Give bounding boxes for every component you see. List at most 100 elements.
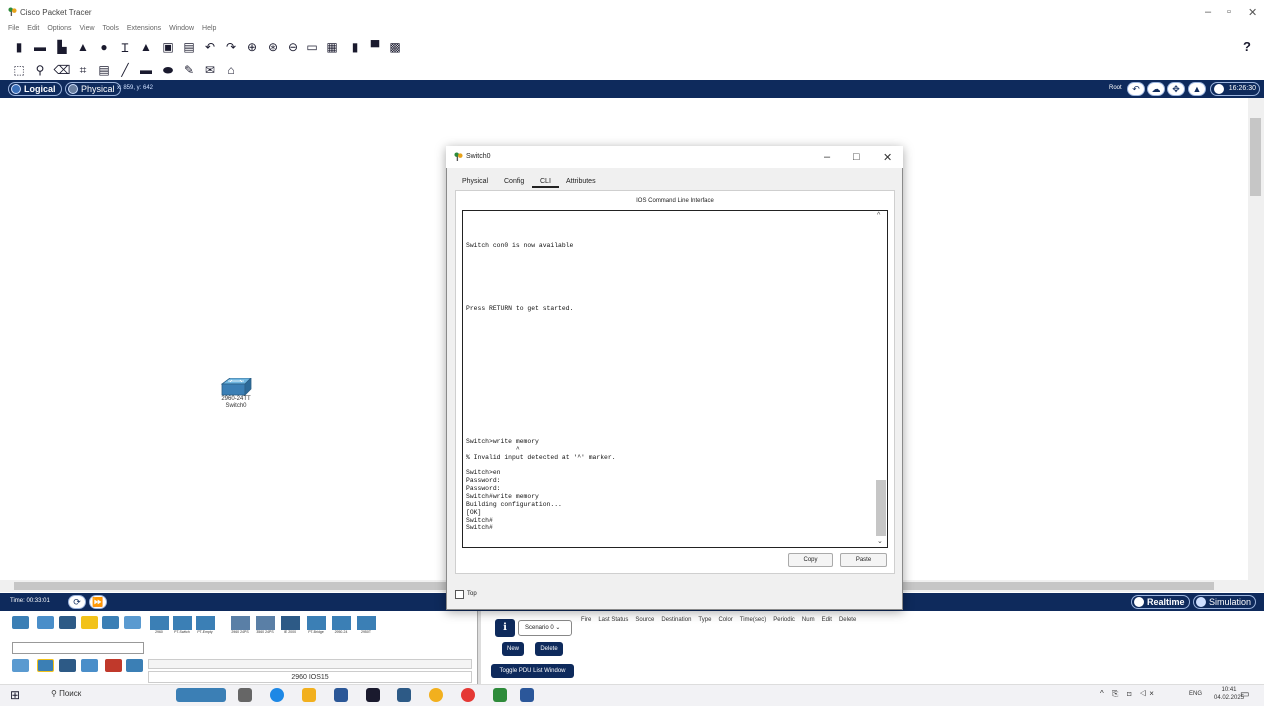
- custom-devices-dialog-icon[interactable]: ▦: [325, 40, 339, 54]
- multiuser-category-icon[interactable]: [124, 616, 141, 629]
- logical-view-button[interactable]: Logical: [8, 82, 62, 96]
- new-file-icon[interactable]: ▮: [12, 40, 26, 54]
- wireless-subcategory-icon[interactable]: [81, 659, 98, 672]
- tab-attributes[interactable]: Attributes: [566, 178, 596, 185]
- drawing-palette-icon[interactable]: ▭: [305, 40, 319, 54]
- draw-line-icon[interactable]: ╱: [118, 63, 132, 77]
- device-pt-empty-icon[interactable]: [196, 616, 215, 630]
- print-icon[interactable]: ▲: [76, 40, 90, 54]
- app-icon[interactable]: [397, 688, 411, 702]
- scroll-up-icon[interactable]: ^: [877, 212, 880, 219]
- device-picker-scrollbar[interactable]: [148, 659, 472, 669]
- system-tray-icons[interactable]: ^ ⎘ ⊡ ◁×: [1100, 689, 1157, 699]
- dialog-titlebar[interactable]: Switch0 – □ ✕: [446, 146, 903, 168]
- windows-start-icon[interactable]: ⊞: [10, 689, 22, 701]
- copy-button[interactable]: Copy: [788, 553, 833, 567]
- misc-category-icon[interactable]: [102, 616, 119, 629]
- menu-file[interactable]: File: [8, 22, 19, 35]
- toggle-pdu-list-button[interactable]: Toggle PDU List Window: [491, 664, 574, 678]
- network-devices-category-icon[interactable]: [12, 616, 29, 629]
- open-folder-icon[interactable]: ▬: [33, 40, 47, 54]
- draw-ellipse-icon[interactable]: ⬬: [161, 63, 175, 77]
- device-2950t-icon[interactable]: [357, 616, 376, 630]
- taskbar-search[interactable]: ⚲ Поиск: [51, 689, 81, 698]
- zoom-out-icon[interactable]: ⊖: [286, 40, 300, 54]
- device-search-field[interactable]: [12, 642, 144, 654]
- connections-category-icon[interactable]: [81, 616, 98, 629]
- add-complex-pdu-icon[interactable]: ⌂: [224, 63, 238, 77]
- yandex-browser-icon[interactable]: [429, 688, 443, 702]
- close-icon[interactable]: ✕: [1248, 6, 1257, 19]
- background-image-icon[interactable]: ▲: [1188, 82, 1206, 96]
- dialog-minimize-icon[interactable]: –: [824, 151, 830, 163]
- zoom-reset-icon[interactable]: ⊛: [266, 40, 280, 54]
- menu-edit[interactable]: Edit: [27, 22, 39, 35]
- input-language[interactable]: ENG: [1189, 691, 1202, 697]
- place-note-icon[interactable]: ▤: [97, 63, 111, 77]
- panel-divider[interactable]: [477, 611, 481, 684]
- move-viewport-icon[interactable]: ✥: [1167, 82, 1185, 96]
- hubs-subcategory-icon[interactable]: [59, 659, 76, 672]
- power-cycle-icon[interactable]: ⟳: [68, 595, 86, 609]
- device-ie2000-icon[interactable]: [281, 616, 300, 630]
- device-2950-24-icon[interactable]: [332, 616, 351, 630]
- terminal-scroll-thumb[interactable]: [876, 480, 886, 536]
- scenario-select[interactable]: Scenario 0 ⌄: [518, 620, 572, 636]
- menu-tools[interactable]: Tools: [103, 22, 119, 35]
- security-subcategory-icon[interactable]: [105, 659, 122, 672]
- pdu-list-icon[interactable]: ▮: [348, 40, 362, 54]
- paste-icon[interactable]: ▤: [182, 40, 196, 54]
- packet-tracer-taskbar-icon[interactable]: [493, 688, 507, 702]
- edge-browser-icon[interactable]: [270, 688, 284, 702]
- routers-subcategory-icon[interactable]: [12, 659, 29, 672]
- device-2960-icon[interactable]: [150, 616, 169, 630]
- wan-emulation-subcategory-icon[interactable]: [126, 659, 143, 672]
- copy-icon[interactable]: ▣: [161, 40, 175, 54]
- components-category-icon[interactable]: [59, 616, 76, 629]
- redo-icon[interactable]: ↷: [224, 40, 238, 54]
- delete-icon[interactable]: ⌫: [54, 63, 71, 77]
- menu-options[interactable]: Options: [47, 22, 71, 35]
- freeform-icon[interactable]: ✎: [182, 63, 196, 77]
- device-pt-bridge-icon[interactable]: [307, 616, 326, 630]
- dialog-maximize-icon[interactable]: □: [853, 151, 860, 163]
- restore-icon[interactable]: ▫: [1227, 6, 1231, 18]
- image-icon[interactable]: ▩: [388, 40, 402, 54]
- menu-view[interactable]: View: [79, 22, 94, 35]
- physical-view-button[interactable]: Physical: [65, 82, 121, 96]
- tab-cli[interactable]: CLI: [540, 178, 551, 185]
- zoom-in-icon[interactable]: ⊕: [245, 40, 259, 54]
- tab-physical[interactable]: Physical: [462, 178, 488, 185]
- realtime-mode-button[interactable]: Realtime: [1131, 595, 1190, 609]
- activity-wizard-icon[interactable]: ●: [97, 40, 111, 54]
- yandex-icon[interactable]: [461, 688, 475, 702]
- paste-button[interactable]: Paste: [840, 553, 887, 567]
- minimize-icon[interactable]: –: [1205, 6, 1211, 18]
- resize-icon[interactable]: ⌗: [76, 63, 90, 77]
- draw-rectangle-icon[interactable]: ▬: [139, 63, 153, 77]
- menu-window[interactable]: Window: [169, 22, 194, 35]
- add-simple-pdu-icon[interactable]: ✉: [203, 63, 217, 77]
- simulation-mode-button[interactable]: Simulation: [1193, 595, 1257, 609]
- taskbar-widget-icon[interactable]: [176, 688, 226, 702]
- switches-subcategory-icon[interactable]: [37, 659, 54, 672]
- new-scenario-button[interactable]: New: [502, 642, 524, 656]
- back-icon[interactable]: ↶: [1127, 82, 1145, 96]
- select-icon[interactable]: ⬚: [12, 63, 26, 77]
- fast-forward-icon[interactable]: ⏩: [89, 595, 107, 609]
- delete-scenario-button[interactable]: Delete: [535, 642, 563, 656]
- network-info-icon[interactable]: Ɪ: [118, 40, 132, 55]
- tab-config[interactable]: Config: [504, 178, 524, 185]
- canvas-vertical-scroll-thumb[interactable]: [1250, 118, 1261, 196]
- notifications-icon[interactable]: ▭: [1240, 689, 1249, 700]
- menu-help[interactable]: Help: [202, 22, 216, 35]
- device-2960-24ps-icon[interactable]: [231, 616, 250, 630]
- scenario-info-icon[interactable]: ℹ: [495, 619, 515, 637]
- custom-device-icon[interactable]: ▲: [139, 40, 153, 54]
- device-3560-24ps-icon[interactable]: [256, 616, 275, 630]
- file-explorer-icon[interactable]: [302, 688, 316, 702]
- task-view-icon[interactable]: [238, 688, 252, 702]
- dialog-close-icon[interactable]: ✕: [883, 151, 892, 164]
- scroll-down-icon[interactable]: ⌄: [877, 537, 883, 545]
- mail-icon[interactable]: [366, 688, 380, 702]
